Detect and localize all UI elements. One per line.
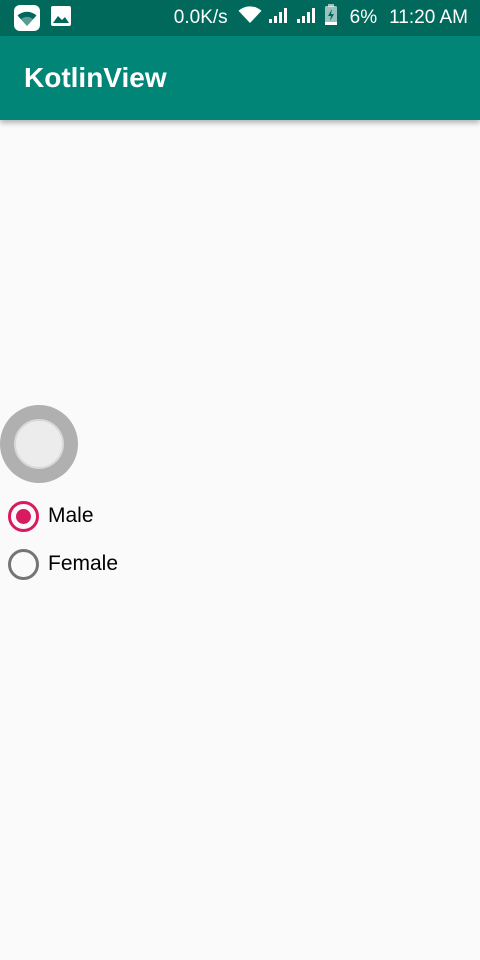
app-title: KotlinView xyxy=(24,62,167,93)
signal-icon xyxy=(268,6,290,30)
clock: 11:20 AM xyxy=(389,7,468,28)
app-bar: KotlinView xyxy=(0,36,480,120)
status-bar-system: 0.0K/s 6% 11:20 AM xyxy=(174,4,468,32)
radio-dot xyxy=(16,508,31,524)
radio-option-female[interactable]: Female xyxy=(8,544,118,584)
radio-option-male[interactable]: Male xyxy=(8,496,94,536)
battery-percent: 6% xyxy=(349,7,378,28)
battery-charging-icon xyxy=(324,4,338,32)
radio-button-checked[interactable] xyxy=(8,500,39,532)
signal-icon xyxy=(296,6,318,30)
wifi-icon xyxy=(238,6,262,30)
radio-label-female[interactable]: Female xyxy=(48,552,118,576)
switch-thumb[interactable] xyxy=(14,419,64,469)
wifi-app-icon xyxy=(14,5,40,31)
network-speed: 0.0K/s xyxy=(173,7,228,28)
radio-button-unchecked[interactable] xyxy=(8,548,39,580)
image-icon xyxy=(50,5,72,32)
radio-label-male[interactable]: Male xyxy=(48,504,94,528)
switch-toggle[interactable] xyxy=(0,405,78,483)
status-bar-notifications xyxy=(14,5,72,32)
status-bar: 0.0K/s 6% 11:20 AM xyxy=(0,0,480,36)
